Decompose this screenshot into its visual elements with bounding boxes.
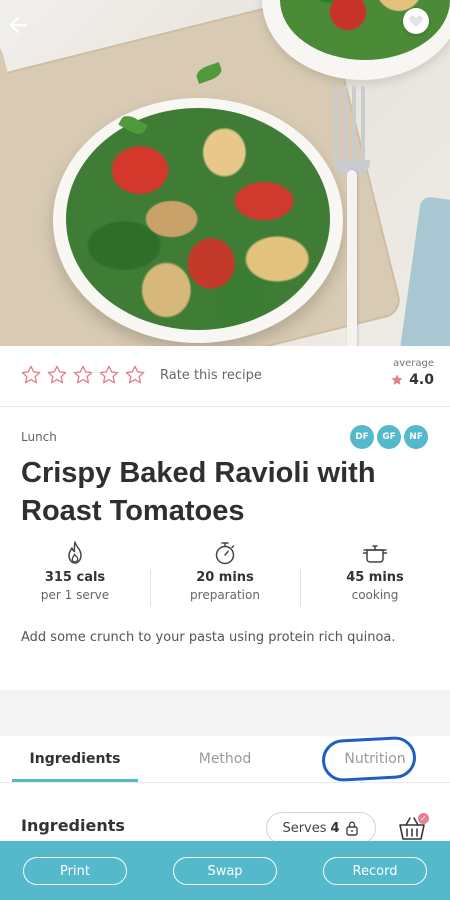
nut-free-badge: NF bbox=[404, 425, 428, 449]
lock-icon bbox=[345, 821, 358, 836]
stopwatch-icon bbox=[215, 542, 235, 565]
arrow-left-icon bbox=[9, 16, 28, 34]
back-button[interactable] bbox=[6, 10, 36, 40]
cooking-sub: cooking bbox=[351, 588, 399, 602]
section-divider bbox=[0, 690, 450, 736]
rate-recipe-label[interactable]: Rate this recipe bbox=[160, 368, 262, 383]
heart-icon bbox=[409, 15, 423, 27]
star-icon[interactable] bbox=[124, 364, 146, 386]
preparation-sub: preparation bbox=[190, 588, 260, 602]
salad-food bbox=[66, 108, 330, 330]
preparation-stat: 20 mins preparation bbox=[150, 540, 300, 612]
star-icon[interactable] bbox=[46, 364, 68, 386]
recipe-tabs: Ingredients Method Nutrition bbox=[0, 736, 450, 783]
swap-button[interactable]: Swap bbox=[173, 856, 277, 885]
tab-nutrition[interactable]: Nutrition bbox=[300, 736, 450, 782]
star-icon[interactable] bbox=[98, 364, 120, 386]
cooking-stat: 45 mins cooking bbox=[300, 540, 450, 612]
print-button[interactable]: Print bbox=[23, 856, 127, 885]
average-rating-value: 4.0 bbox=[409, 372, 434, 388]
ingredients-heading: Ingredients bbox=[21, 816, 125, 835]
flame-icon bbox=[68, 541, 82, 564]
calories-value: 315 cals bbox=[44, 570, 106, 585]
serves-label: Serves bbox=[282, 820, 327, 836]
cooking-value: 45 mins bbox=[346, 570, 404, 585]
meal-type-label: Lunch bbox=[21, 430, 57, 444]
favorite-button[interactable] bbox=[403, 8, 429, 34]
pot-icon bbox=[362, 545, 388, 563]
record-button[interactable]: Record bbox=[323, 856, 427, 885]
average-rating: 4.0 bbox=[390, 372, 434, 388]
fork-head bbox=[334, 86, 370, 176]
napkin bbox=[399, 195, 450, 346]
rating-stars[interactable] bbox=[20, 364, 146, 386]
recipe-title: Crispy Baked Ravioli with Roast Tomatoes bbox=[21, 457, 376, 527]
recipe-description: Add some crunch to your pasta using prot… bbox=[21, 630, 396, 645]
star-filled-icon bbox=[391, 374, 403, 385]
star-icon[interactable] bbox=[72, 364, 94, 386]
star-icon[interactable] bbox=[20, 364, 42, 386]
tab-method[interactable]: Method bbox=[150, 736, 300, 782]
serves-button[interactable]: Serves 4 bbox=[266, 812, 376, 844]
serves-value: 4 bbox=[330, 820, 340, 836]
gluten-free-badge: GF bbox=[377, 425, 401, 449]
calories-sub: per 1 serve bbox=[40, 588, 110, 602]
rating-bar: Rate this recipe average 4.0 bbox=[0, 346, 450, 407]
shopping-basket-button[interactable]: ✓ bbox=[397, 813, 429, 843]
preparation-value: 20 mins bbox=[196, 570, 254, 585]
dairy-free-badge: DF bbox=[350, 425, 374, 449]
recipe-stats: 315 cals per 1 serve 20 mins preparation… bbox=[0, 540, 450, 612]
diet-badges: DF GF NF bbox=[350, 425, 428, 449]
fork-handle bbox=[347, 170, 357, 346]
calories-stat: 315 cals per 1 serve bbox=[0, 540, 150, 612]
bottom-action-bar: Print Swap Record bbox=[0, 841, 450, 900]
average-label: average bbox=[393, 358, 434, 369]
tab-ingredients[interactable]: Ingredients bbox=[0, 736, 150, 782]
recipe-hero-image bbox=[0, 0, 450, 346]
basket-check-icon: ✓ bbox=[418, 813, 429, 824]
